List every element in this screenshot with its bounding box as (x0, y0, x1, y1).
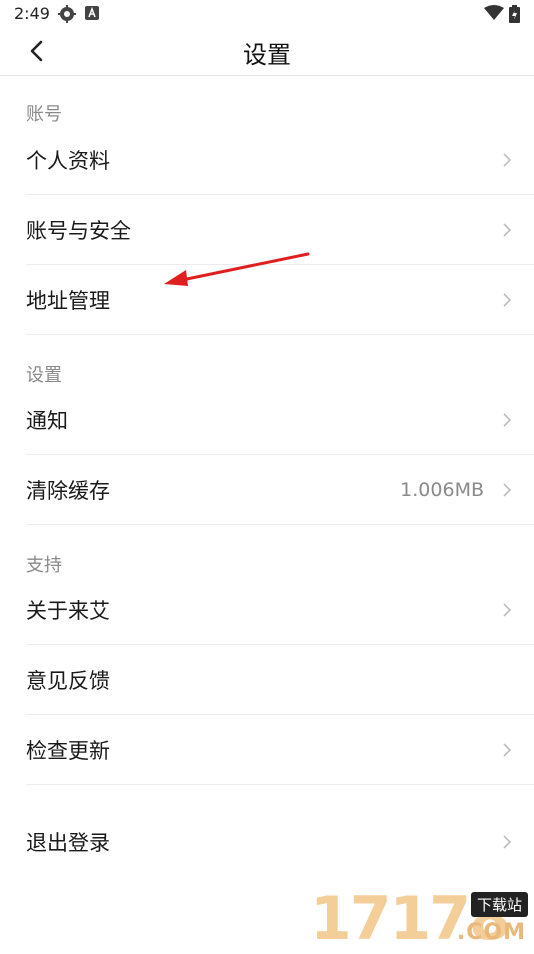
row-label: 意见反馈 (26, 669, 110, 693)
chevron-right-icon (503, 603, 512, 617)
page-title: 设置 (243, 41, 291, 69)
chevron-right-icon (503, 293, 512, 307)
row-label: 地址管理 (26, 289, 110, 313)
wifi-icon (484, 5, 504, 25)
settings-row-clear-cache[interactable]: 清除缓存 1.006MB (0, 455, 534, 525)
settings-row-check-update[interactable]: 检查更新 (0, 715, 534, 785)
divider (26, 334, 534, 335)
status-time: 2:49 (14, 4, 50, 23)
notification-a-icon (84, 5, 100, 25)
chevron-right-icon (503, 835, 512, 849)
section-header-settings: 设置 (26, 365, 62, 386)
row-label: 个人资料 (26, 149, 110, 173)
status-bar: 2:49 (0, 0, 534, 28)
cache-size-value: 1.006MB (400, 479, 484, 501)
settings-row-about[interactable]: 关于来艾 (0, 575, 534, 645)
watermark-logo: 17178 下载站 .COM (306, 888, 532, 950)
watermark-suffix: .COM (456, 920, 526, 945)
settings-row-notifications[interactable]: 通知 (0, 385, 534, 455)
logout-row[interactable]: 退出登录 (0, 807, 534, 877)
chevron-right-icon (503, 413, 512, 427)
nav-bar: 设置 (0, 28, 534, 76)
section-header-account: 账号 (26, 104, 62, 125)
row-label: 关于来艾 (26, 599, 110, 623)
chevron-right-icon (503, 743, 512, 757)
divider (26, 784, 534, 785)
row-label: 清除缓存 (26, 479, 110, 503)
row-label: 检查更新 (26, 739, 110, 763)
chevron-right-icon (503, 223, 512, 237)
chevron-right-icon (503, 483, 512, 497)
row-label: 账号与安全 (26, 219, 131, 243)
logout-label: 退出登录 (26, 831, 110, 855)
annotation-arrow-icon (164, 252, 310, 286)
section-header-support: 支持 (26, 555, 62, 576)
settings-row-feedback[interactable]: 意见反馈 (0, 645, 534, 715)
battery-charging-icon (509, 5, 520, 27)
row-label: 通知 (26, 409, 68, 433)
settings-gear-icon (58, 5, 76, 27)
divider (26, 524, 534, 525)
chevron-right-icon (503, 153, 512, 167)
watermark-badge: 下载站 (470, 892, 528, 917)
settings-row-profile[interactable]: 个人资料 (0, 125, 534, 195)
